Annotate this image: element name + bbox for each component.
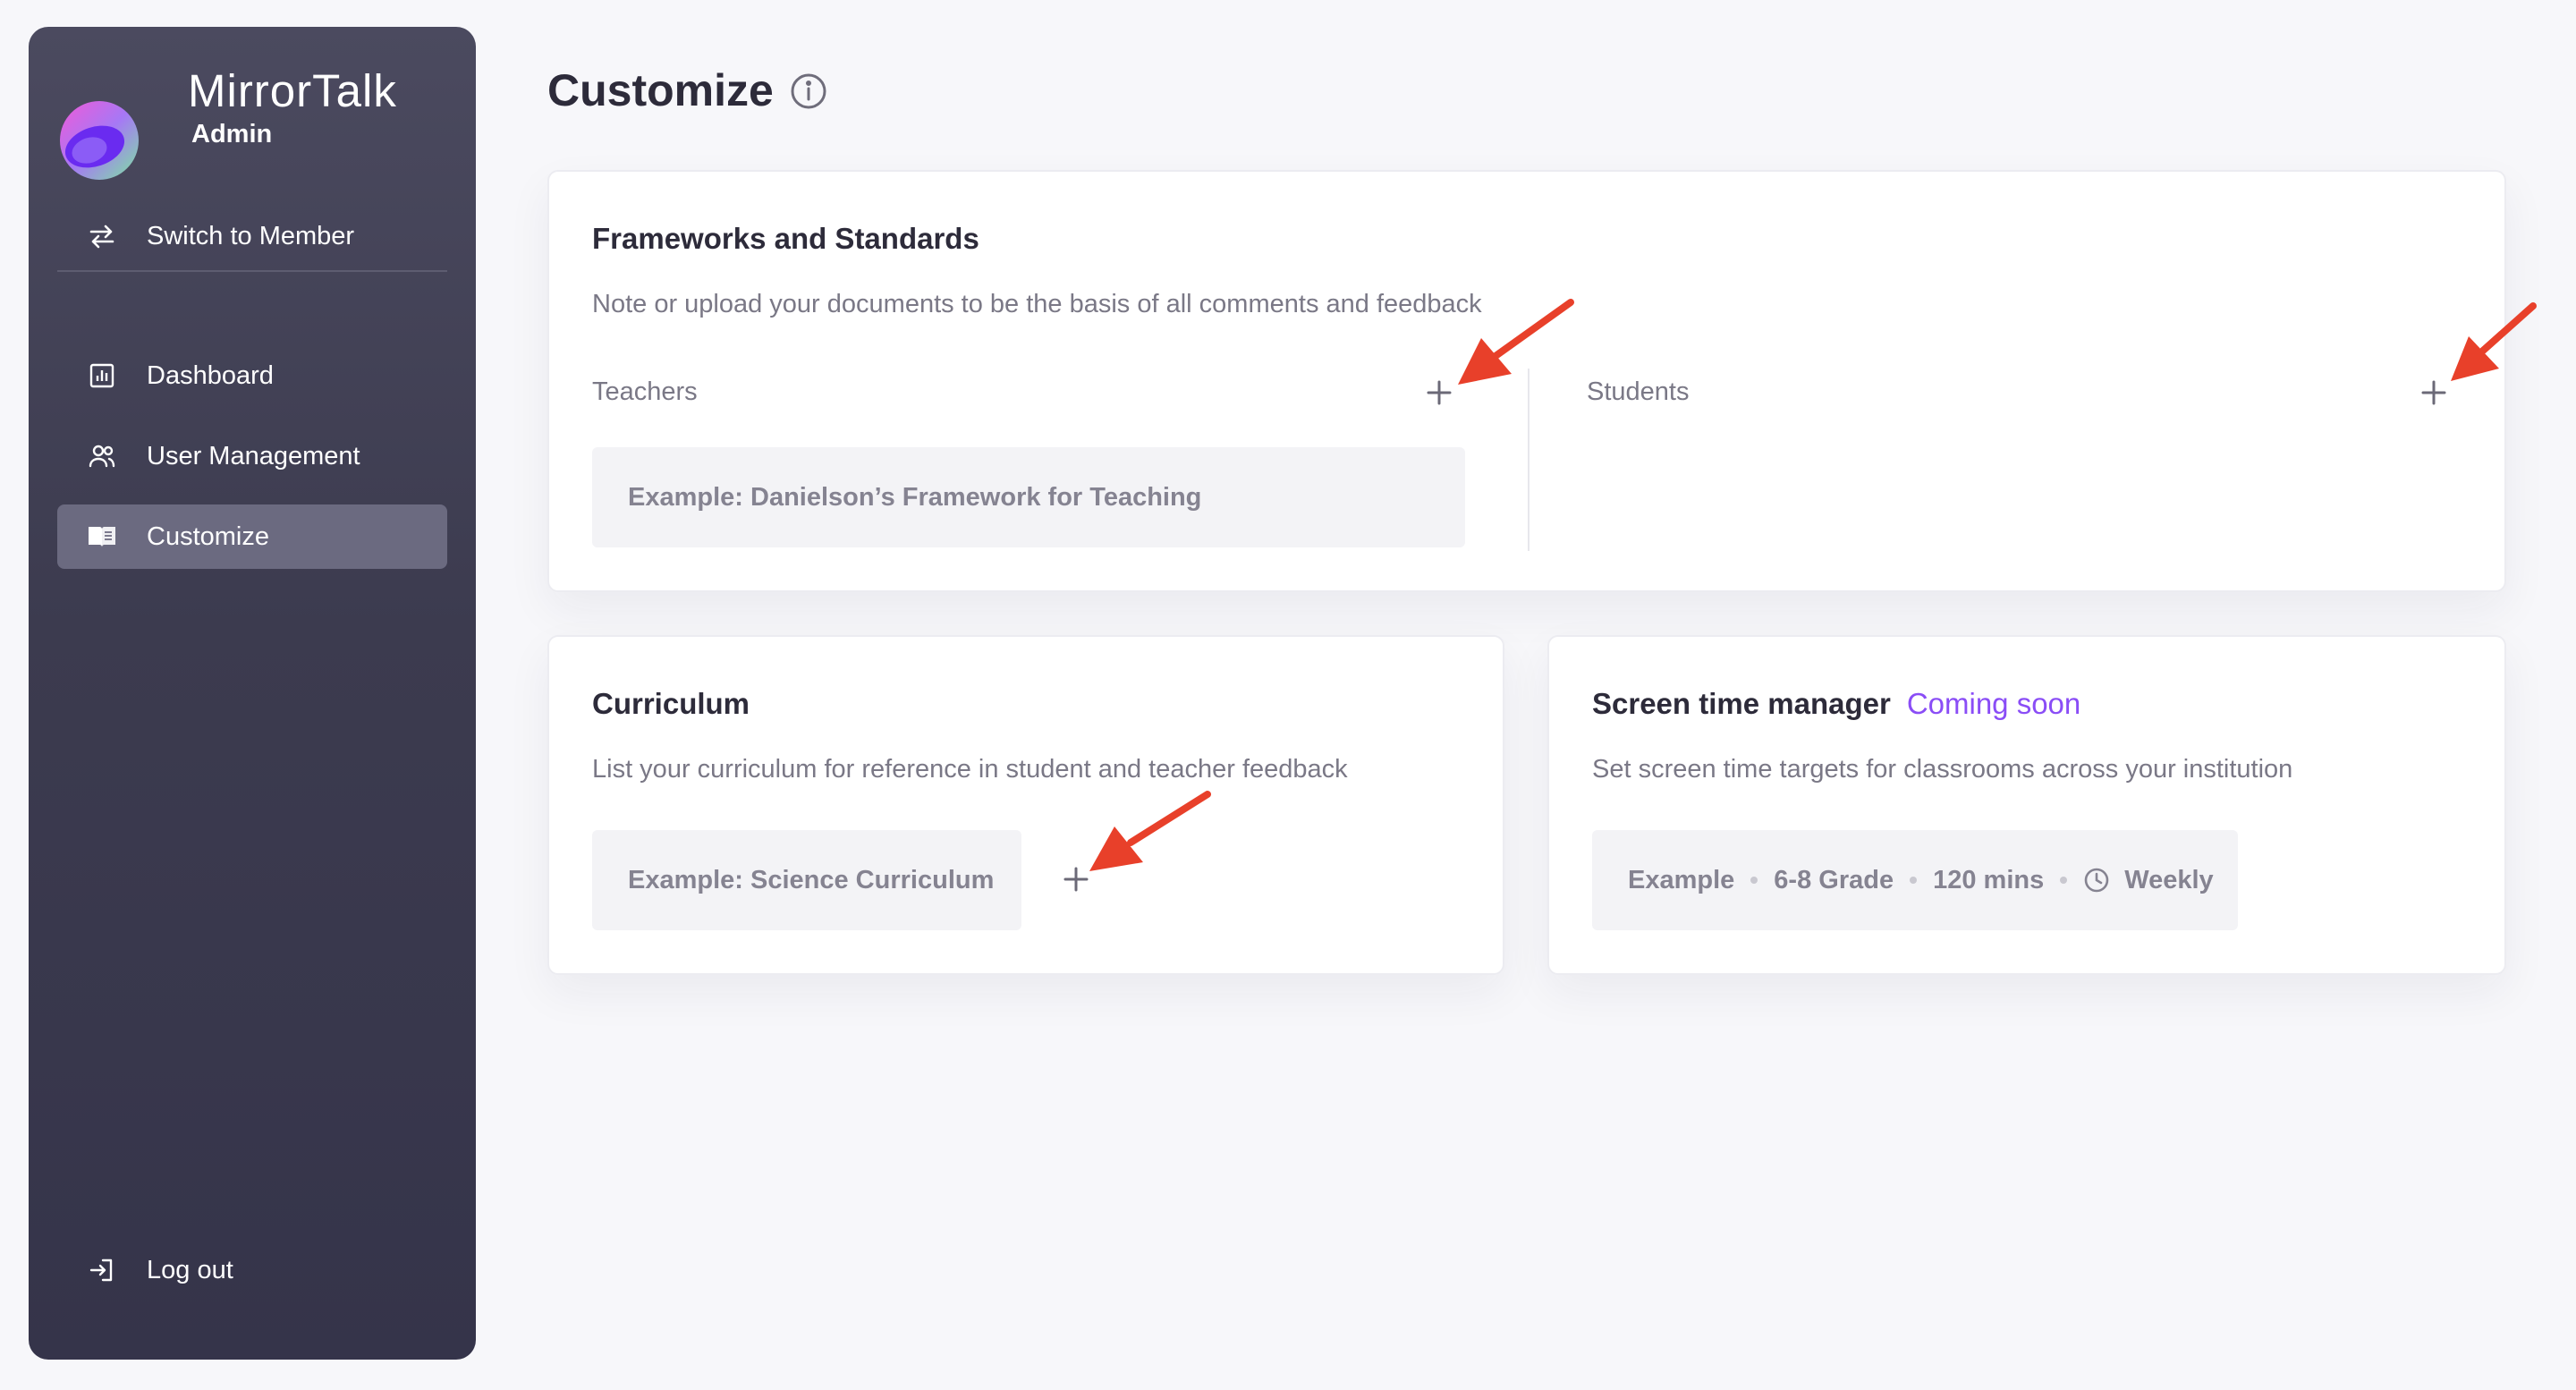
example-duration: 120 mins	[1933, 865, 2045, 894]
separator-dot	[1910, 877, 1918, 884]
curriculum-example-item: Example: Science Curriculum	[592, 830, 1021, 930]
logout-button[interactable]: Log out	[57, 1238, 447, 1302]
switch-to-member-button[interactable]: Switch to Member	[57, 204, 447, 268]
users-icon	[84, 438, 120, 474]
sidebar-divider	[57, 270, 447, 272]
screen-time-description: Set screen time targets for classrooms a…	[1592, 755, 2293, 784]
coming-soon-badge: Coming soon	[1906, 687, 2081, 720]
sidebar: MirrorTalk Admin Switch to Member Dashbo…	[29, 27, 476, 1360]
brand-role: Admin	[191, 120, 273, 148]
swap-arrows-icon	[84, 218, 120, 254]
sidebar-item-label: Customize	[147, 521, 269, 551]
curriculum-card: Curriculum List your curriculum for refe…	[547, 635, 1504, 975]
page-title: Customize	[547, 65, 774, 115]
screen-time-example-item: Example 6-8 Grade 120 mins Weekly	[1592, 830, 2238, 930]
screen-time-title-text: Screen time manager	[1592, 687, 1891, 720]
separator-dot	[2060, 877, 2068, 884]
mirrortalk-logo-icon	[60, 101, 139, 180]
annotation-arrow-curriculum	[1089, 791, 1211, 871]
brand-name: MirrorTalk	[188, 65, 397, 116]
clock-icon	[2084, 868, 2109, 893]
logout-icon	[84, 1252, 120, 1288]
book-icon	[84, 519, 120, 555]
curriculum-description: List your curriculum for reference in st…	[592, 755, 1348, 784]
info-icon[interactable]	[789, 72, 828, 111]
screen-time-title: Screen time manager Coming soon	[1592, 687, 2080, 721]
sidebar-item-label: Dashboard	[147, 360, 274, 390]
teachers-label: Teachers	[592, 377, 698, 406]
sidebar-item-user-management[interactable]: User Management	[57, 424, 447, 488]
sidebar-item-dashboard[interactable]: Dashboard	[57, 343, 447, 408]
annotation-arrow-teachers	[1458, 299, 1574, 385]
chart-icon	[84, 358, 120, 394]
example-prefix: Example	[1628, 865, 1735, 894]
switch-to-member-label: Switch to Member	[147, 221, 355, 250]
frameworks-title: Frameworks and Standards	[592, 222, 979, 255]
annotation-arrow-students	[2451, 302, 2537, 381]
curriculum-title: Curriculum	[592, 687, 750, 720]
teachers-example-item: Example: Danielson’s Framework for Teach…	[592, 447, 1465, 547]
frameworks-description: Note or upload your documents to be the …	[592, 290, 1482, 318]
separator-dot	[1750, 877, 1758, 884]
logout-label: Log out	[147, 1255, 233, 1284]
column-divider	[1528, 369, 1530, 551]
example-grade: 6-8 Grade	[1774, 865, 1894, 894]
screen-time-card: Screen time manager Coming soon Set scree…	[1547, 635, 2506, 975]
example-frequency: Weekly	[2124, 865, 2214, 894]
sidebar-item-label: User Management	[147, 441, 360, 470]
sidebar-item-customize[interactable]: Customize	[57, 504, 447, 569]
students-label: Students	[1587, 377, 1690, 406]
